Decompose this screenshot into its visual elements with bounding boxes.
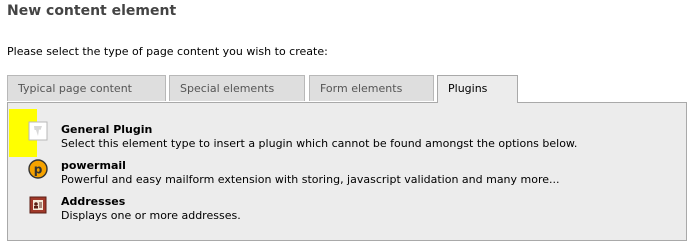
tab-typical-page-content[interactable]: Typical page content <box>7 75 166 101</box>
tab-plugins[interactable]: Plugins <box>437 75 518 103</box>
tab-bar: Typical page content Special elements Fo… <box>7 75 687 103</box>
content-element-powermail[interactable]: p powermail Powerful and easy mailform e… <box>8 159 686 195</box>
content-element-general-plugin[interactable]: General Plugin Select this element type … <box>8 121 686 159</box>
item-title: powermail <box>61 159 126 172</box>
item-title: Addresses <box>61 195 126 208</box>
tab-special-elements[interactable]: Special elements <box>169 75 305 101</box>
tab-form-elements[interactable]: Form elements <box>309 75 434 101</box>
item-description: Select this element type to insert a plu… <box>61 137 578 150</box>
svg-text:p: p <box>34 163 43 177</box>
item-title: General Plugin <box>61 123 153 136</box>
item-description: Powerful and easy mailform extension wit… <box>61 173 560 186</box>
content-element-addresses[interactable]: Addresses Displays one or more addresses… <box>8 195 686 231</box>
item-description: Displays one or more addresses. <box>61 209 241 222</box>
typo3-plugin-icon <box>28 121 48 141</box>
intro-text: Please select the type of page content y… <box>7 45 328 58</box>
page-title: New content element <box>7 3 177 19</box>
powermail-icon: p <box>28 159 48 179</box>
plugins-panel: General Plugin Select this element type … <box>7 102 687 241</box>
address-book-icon <box>28 195 48 215</box>
